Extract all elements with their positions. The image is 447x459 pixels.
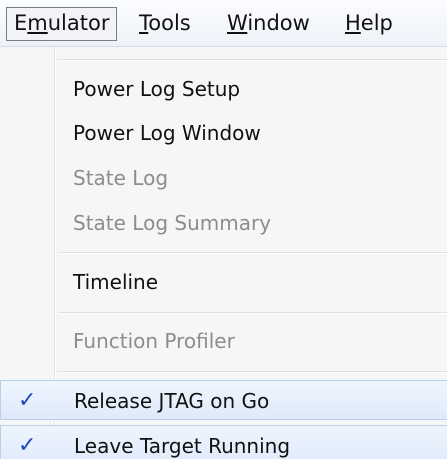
menu-emulator-rest: ulator bbox=[47, 11, 110, 35]
menu-help-rest: elp bbox=[360, 11, 393, 35]
menu-separator bbox=[58, 371, 447, 373]
menu-item-label: State Log bbox=[73, 166, 169, 190]
menu-item-timeline[interactable]: Timeline bbox=[0, 262, 447, 302]
menu-item-label: Power Log Setup bbox=[73, 77, 241, 101]
menu-window-mnemonic: W bbox=[227, 11, 248, 35]
menu-item-label: Leave Target Running bbox=[74, 434, 291, 458]
menu-window[interactable]: Window bbox=[220, 7, 317, 41]
menu-item-release-jtag-on-go[interactable]: ✓ Release JTAG on Go bbox=[0, 380, 447, 420]
menu-item-state-log: State Log bbox=[0, 158, 447, 198]
menu-emulator[interactable]: Emulator bbox=[6, 7, 118, 41]
menu-tools-rest: ools bbox=[148, 11, 191, 35]
menu-bar: Emulator Tools Window Help bbox=[0, 0, 447, 47]
menu-item-label: State Log Summary bbox=[73, 211, 272, 235]
emulator-dropdown-menu: Power Log Setup Power Log Window State L… bbox=[0, 47, 447, 459]
menu-item-label: Release JTAG on Go bbox=[74, 389, 270, 413]
menu-item-power-log-window[interactable]: Power Log Window bbox=[0, 113, 447, 153]
menu-tools[interactable]: Tools bbox=[132, 7, 198, 41]
menu-item-label: Timeline bbox=[73, 270, 159, 294]
menu-item-label: Power Log Window bbox=[73, 121, 261, 145]
menu-emulator-mnemonic: m bbox=[27, 11, 48, 35]
check-icon: ✓ bbox=[18, 388, 37, 413]
menu-tools-mnemonic: T bbox=[139, 11, 149, 35]
menu-separator bbox=[58, 59, 447, 61]
menu-help-mnemonic: H bbox=[345, 11, 361, 35]
menu-separator bbox=[58, 312, 447, 314]
menu-separator bbox=[58, 252, 447, 254]
menu-item-label: Function Profiler bbox=[73, 329, 235, 353]
menu-item-function-profiler: Function Profiler bbox=[0, 321, 447, 361]
menu-help[interactable]: Help bbox=[338, 7, 400, 41]
menu-item-leave-target-running[interactable]: ✓ Leave Target Running bbox=[0, 425, 447, 459]
menu-emulator-first: E bbox=[14, 11, 28, 35]
menu-window-rest: indow bbox=[247, 11, 310, 35]
check-icon: ✓ bbox=[18, 433, 37, 458]
menu-item-power-log-setup[interactable]: Power Log Setup bbox=[0, 69, 447, 109]
menu-item-state-log-summary: State Log Summary bbox=[0, 203, 447, 243]
